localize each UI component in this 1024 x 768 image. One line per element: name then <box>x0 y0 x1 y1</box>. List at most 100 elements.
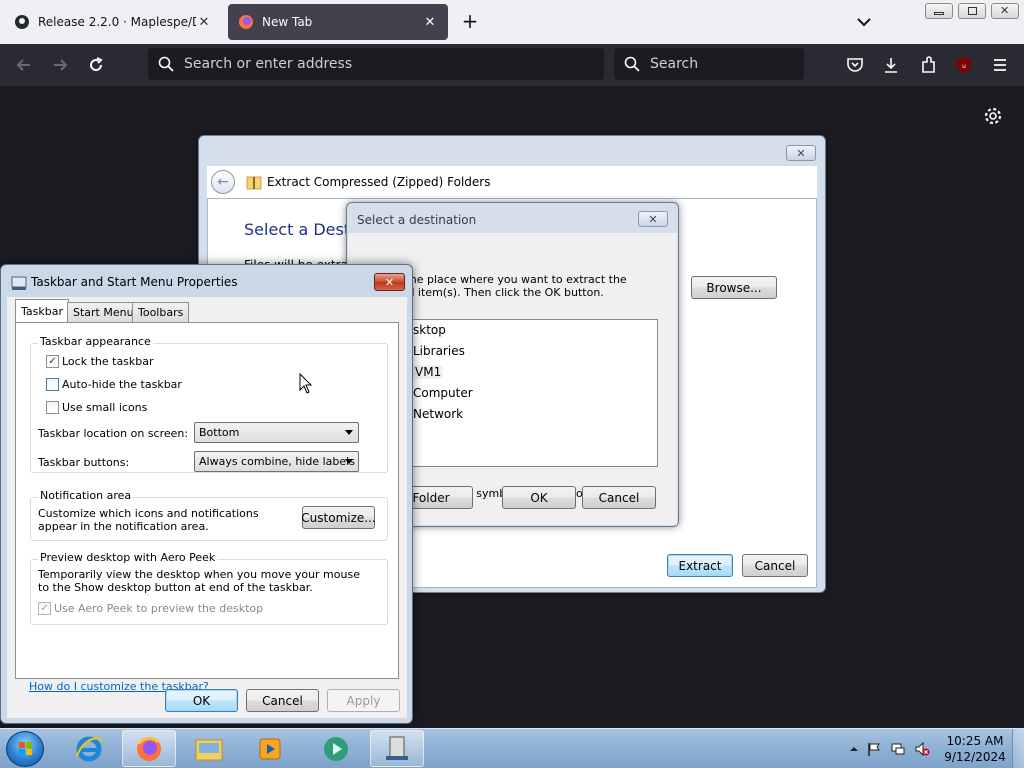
tab-toolbars[interactable]: Toolbars <box>132 302 190 322</box>
url-bar[interactable]: Search or enter address <box>148 48 604 80</box>
close-button[interactable]: ✕ <box>786 145 816 161</box>
tab-title: New Tab <box>262 15 313 29</box>
taskbar-media-player[interactable] <box>243 730 297 767</box>
dropdown-arrow-icon <box>345 430 353 435</box>
github-icon <box>15 15 29 29</box>
restore-button[interactable] <box>958 3 986 19</box>
ok-button[interactable]: OK <box>502 486 576 509</box>
wizard-header: ← Extract Compressed (Zipped) Folders <box>207 166 817 198</box>
internet-explorer-icon <box>76 736 102 761</box>
location-label: Taskbar location on screen: <box>38 427 189 440</box>
browse-button[interactable]: Browse... <box>691 276 777 299</box>
location-value: Bottom <box>199 426 240 439</box>
chevron-down-icon[interactable] <box>854 12 874 32</box>
os-taskbar <box>0 728 1024 768</box>
ok-button[interactable]: OK <box>165 689 238 712</box>
browser-tabstrip: Release 2.2.0 · Maplespe/DWMB ✕ New Tab … <box>0 0 1024 44</box>
search-icon <box>158 56 174 72</box>
close-button[interactable]: ✕ <box>638 211 668 227</box>
close-button[interactable]: ✕ <box>374 273 405 291</box>
tree-item-desktop[interactable]: sktop <box>413 323 446 337</box>
volume-muted-icon[interactable] <box>914 741 930 757</box>
tab-title: Release 2.2.0 · Maplespe/DWMB <box>38 15 196 29</box>
folder-icon <box>195 739 223 760</box>
network-icon[interactable] <box>890 741 906 757</box>
tab-taskbar[interactable]: Taskbar <box>15 299 69 323</box>
reload-icon[interactable] <box>87 56 105 74</box>
notification-title: Notification area <box>38 489 134 502</box>
lock-taskbar-row[interactable]: ✓ Lock the taskbar <box>46 355 154 368</box>
back-icon[interactable]: ← <box>211 170 235 194</box>
close-tab-icon[interactable]: ✕ <box>196 15 212 30</box>
cancel-button[interactable]: Cancel <box>742 554 808 577</box>
aero-peek-label: Use Aero Peek to preview the desktop <box>54 602 264 615</box>
search-placeholder: Search <box>650 56 699 72</box>
appearance-title: Taskbar appearance <box>38 335 153 348</box>
tree-item-network[interactable]: Network <box>413 407 463 421</box>
mouse-cursor-icon <box>299 373 313 394</box>
small-icons-row[interactable]: Use small icons <box>46 401 147 414</box>
tab-start-menu[interactable]: Start Menu <box>67 302 140 322</box>
auto-hide-label: Auto-hide the taskbar <box>62 378 182 391</box>
taskbar-green-app[interactable] <box>309 730 363 767</box>
tab-release[interactable]: Release 2.2.0 · Maplespe/DWMB ✕ <box>4 4 222 40</box>
tab-panel: Taskbar appearance ✓ Lock the taskbar Au… <box>15 322 399 679</box>
zip-folder-icon <box>246 176 262 190</box>
buttons-value: Always combine, hide labels <box>199 455 355 468</box>
taskbar-firefox[interactable] <box>122 730 176 767</box>
download-icon[interactable] <box>882 56 900 74</box>
pocket-icon[interactable] <box>846 56 864 74</box>
chevron-up-icon[interactable] <box>846 741 862 757</box>
taskbar-properties-app[interactable] <box>370 730 424 767</box>
dialog-title: Taskbar and Start Menu Properties <box>31 275 238 289</box>
gear-icon[interactable] <box>983 106 1003 126</box>
url-placeholder: Search or enter address <box>184 56 353 72</box>
lock-taskbar-label: Lock the taskbar <box>62 355 154 368</box>
extensions-icon[interactable] <box>919 56 937 74</box>
customize-button[interactable]: Customize... <box>301 506 376 529</box>
apply-button[interactable]: Apply <box>327 689 400 712</box>
flag-icon[interactable] <box>866 741 882 757</box>
extract-button[interactable]: Extract <box>667 554 733 577</box>
clock-date[interactable]: 9/12/2024 <box>940 750 1010 764</box>
start-button[interactable] <box>6 731 44 767</box>
aero-peek-title: Preview desktop with Aero Peek <box>38 551 218 564</box>
tab-new-tab[interactable]: New Tab ✕ <box>228 4 448 40</box>
close-window-button[interactable]: ✕ <box>991 3 1019 19</box>
buttons-label: Taskbar buttons: <box>38 456 130 469</box>
media-player-icon <box>259 738 281 759</box>
svg-text:u: u <box>962 63 966 70</box>
aero-peek-row: ✓ Use Aero Peek to preview the desktop <box>38 602 263 615</box>
minimize-button[interactable] <box>925 3 953 19</box>
aero-peek-checkbox: ✓ <box>38 602 51 615</box>
clock-time[interactable]: 10:25 AM <box>940 734 1010 748</box>
small-icons-checkbox[interactable] <box>46 401 59 414</box>
windows-logo-icon <box>19 742 32 755</box>
dropdown-arrow-icon <box>345 459 353 464</box>
aero-peek-text: Temporarily view the desktop when you mo… <box>38 568 360 594</box>
back-icon[interactable] <box>15 56 33 74</box>
tree-item-vm1[interactable]: VM1 <box>413 365 444 379</box>
cancel-button[interactable]: Cancel <box>246 689 319 712</box>
buttons-select[interactable]: Always combine, hide labels <box>194 451 359 472</box>
dialog-title: Select a destination <box>357 213 477 227</box>
taskbar-props-icon <box>11 276 27 290</box>
new-tab-button[interactable]: + <box>458 10 482 34</box>
location-select[interactable]: Bottom <box>194 422 359 443</box>
cancel-button[interactable]: Cancel <box>582 486 656 509</box>
taskbar-properties-dialog: Taskbar and Start Menu Properties ✕ Task… <box>0 264 413 724</box>
search-bar[interactable]: Search <box>614 48 804 80</box>
auto-hide-row[interactable]: Auto-hide the taskbar <box>46 378 182 391</box>
taskbar-file-explorer[interactable] <box>182 730 236 767</box>
taskbar-internet-explorer[interactable] <box>62 730 116 767</box>
auto-hide-checkbox[interactable] <box>46 378 59 391</box>
lock-taskbar-checkbox[interactable]: ✓ <box>46 355 59 368</box>
menu-icon[interactable] <box>991 56 1009 74</box>
close-tab-icon[interactable]: ✕ <box>422 15 438 30</box>
forward-icon[interactable] <box>51 56 69 74</box>
ublock-icon[interactable]: u <box>955 56 973 74</box>
tree-item-computer[interactable]: Computer <box>413 386 473 400</box>
show-desktop-button[interactable] <box>1012 729 1024 768</box>
tree-item-libraries[interactable]: Libraries <box>413 344 465 358</box>
search-icon <box>624 56 640 72</box>
